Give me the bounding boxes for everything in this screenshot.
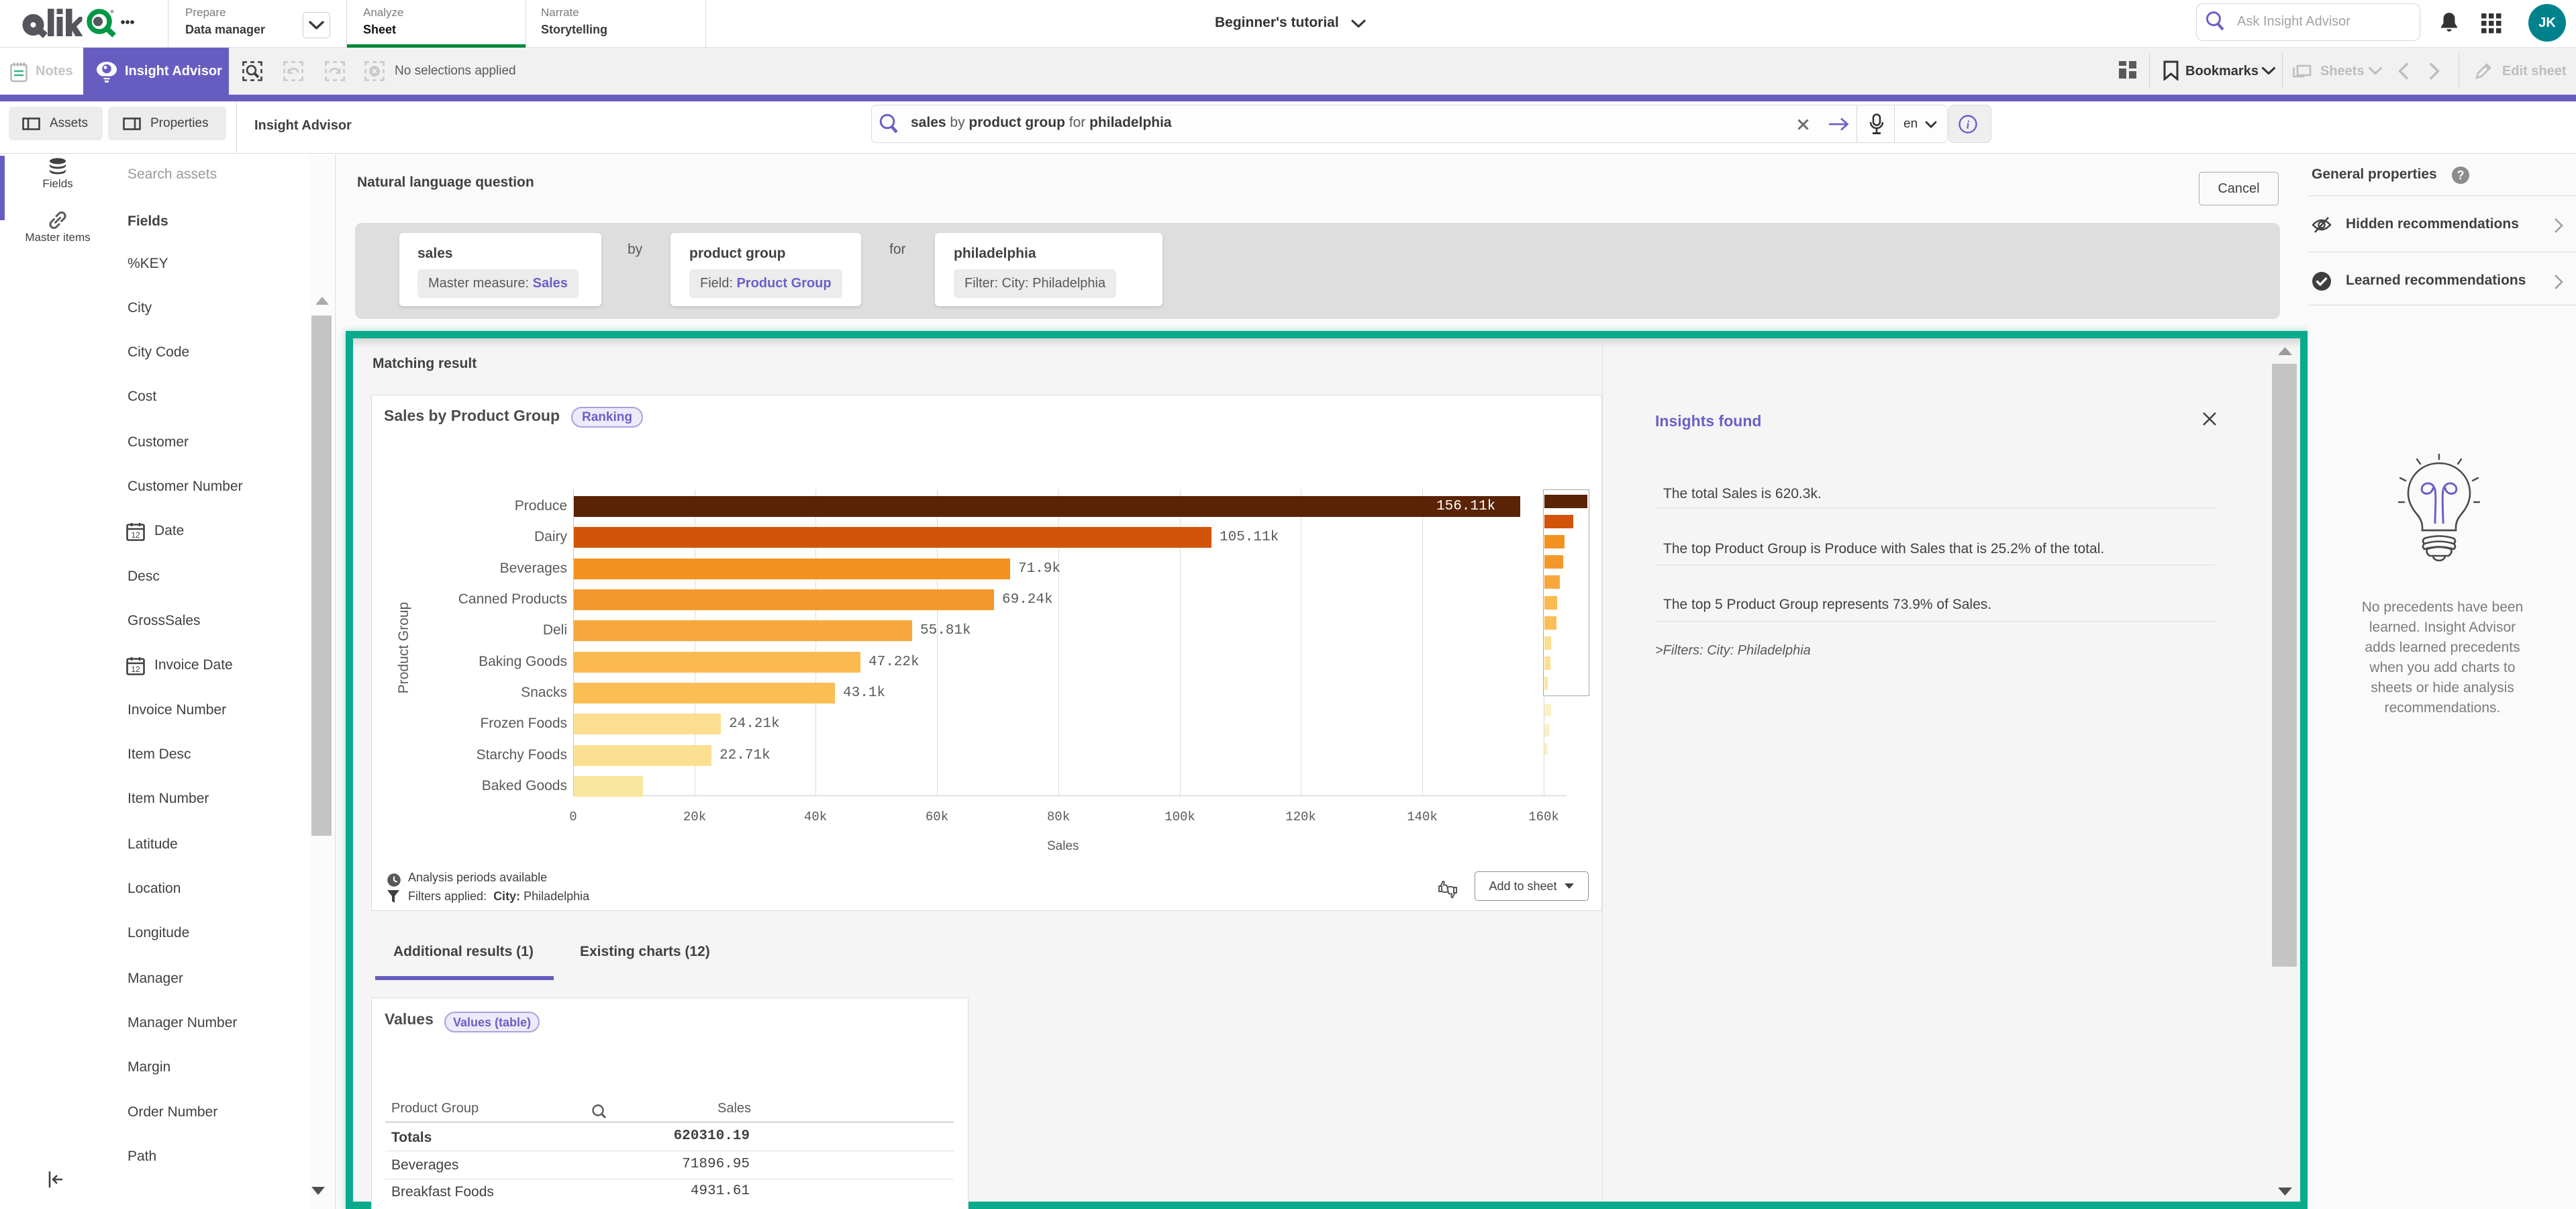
svg-text:i: i [1967, 119, 1970, 132]
svg-text:12: 12 [131, 530, 140, 540]
svg-text:12: 12 [131, 665, 140, 674]
svg-text:?: ? [2457, 168, 2465, 182]
